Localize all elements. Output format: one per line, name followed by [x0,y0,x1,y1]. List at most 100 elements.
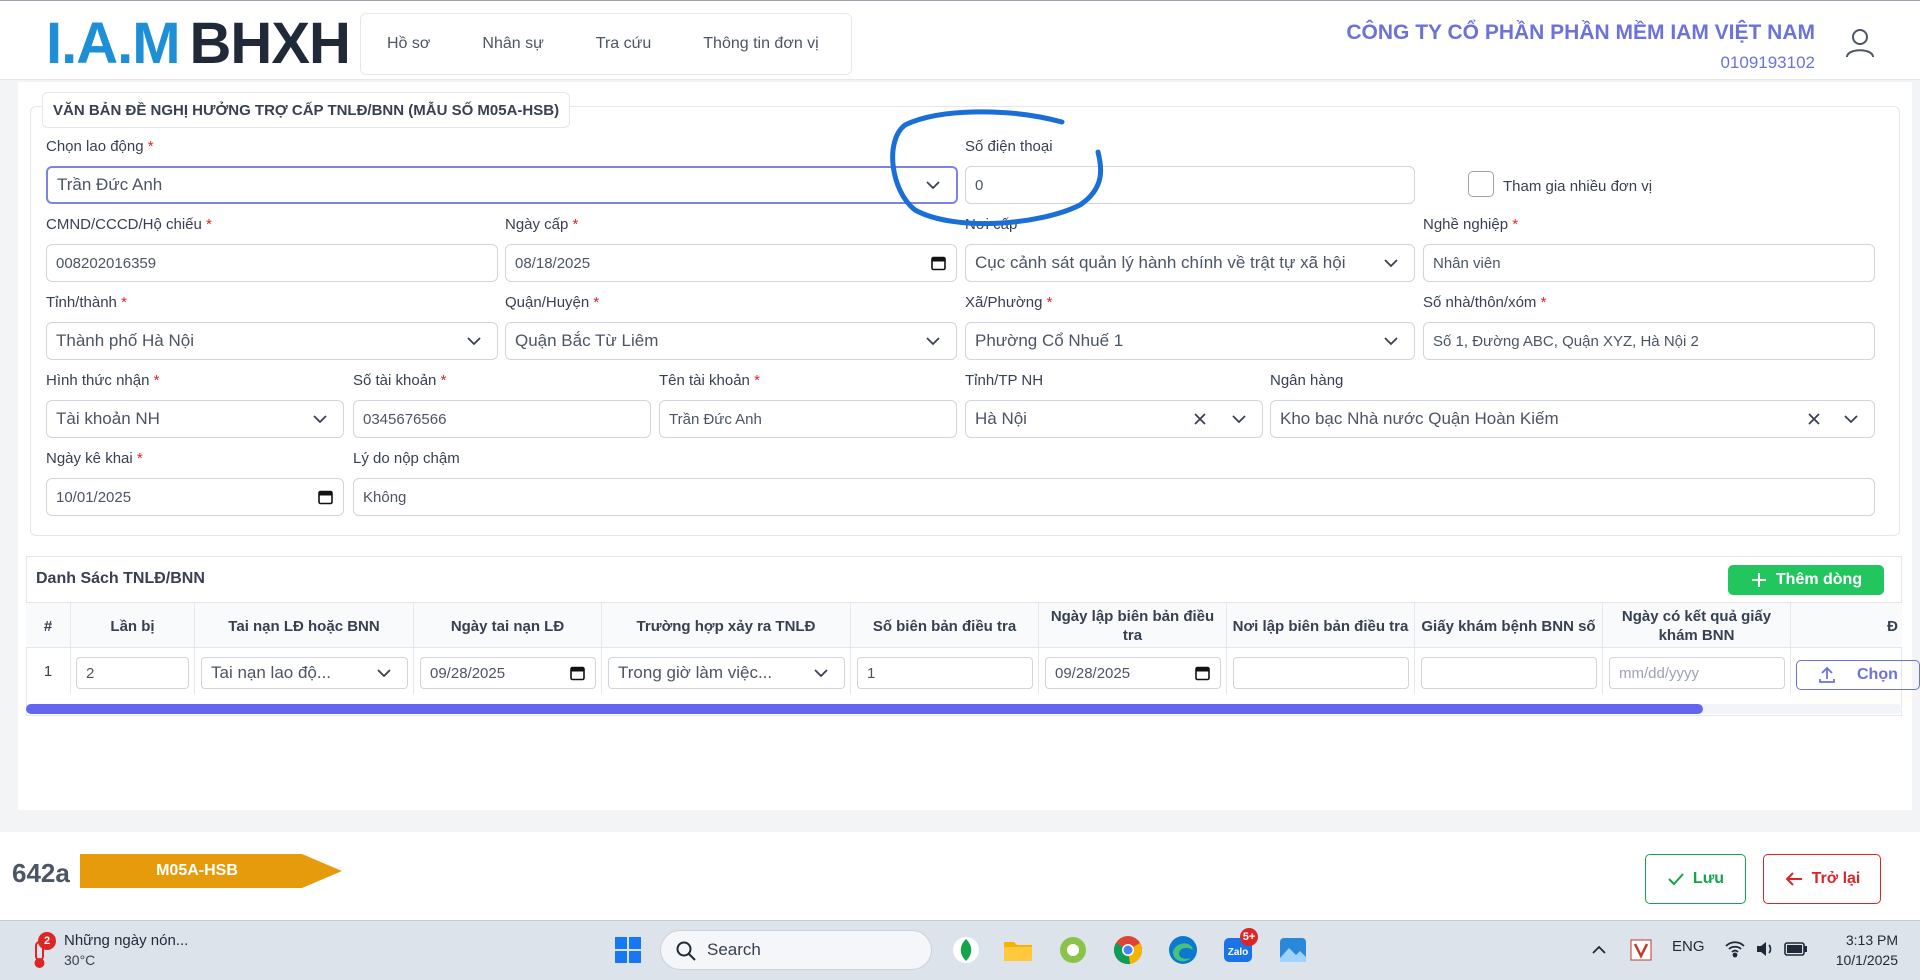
select-noi-cap[interactable]: Cục cảnh sát quản lý hành chính về trật … [965,244,1415,282]
wifi-icon[interactable] [1724,938,1746,960]
chevron-up-icon[interactable] [1590,941,1608,959]
row-index: 1 [26,648,71,694]
checkbox-tham-gia[interactable] [1468,171,1494,197]
label-so-tai-khoan: Số tài khoản * [353,372,447,389]
calendar-icon[interactable] [570,666,585,681]
label-so-nha: Số nhà/thôn/xóm * [1423,294,1547,311]
user-icon[interactable] [1844,27,1876,59]
chevron-down-icon [467,337,481,346]
app-header: I.A.M BHXH Hồ sơ Nhân sự Tra cứu Thông ti… [0,0,1920,80]
chevron-down-icon [1844,415,1858,424]
nav-ho-so[interactable]: Hồ sơ [361,35,456,53]
app-green-icon[interactable] [1057,934,1089,966]
select-tinh-thanh[interactable]: Thành phố Hà Nội [46,322,498,360]
input-so-tai-khoan[interactable]: 0345676566 [353,400,651,438]
label-chon-lao-dong: Chọn lao động * [46,138,154,155]
nav-nhan-su[interactable]: Nhân sự [456,35,569,53]
app-logo[interactable]: I.A.M BHXH [46,15,351,73]
nav-tra-cuu[interactable]: Tra cứu [570,35,677,53]
label-tham-gia: Tham gia nhiều đơn vị [1503,178,1653,195]
svg-text:Zalo: Zalo [1228,947,1249,958]
chevron-down-icon [1384,337,1398,346]
clear-icon[interactable] [1192,411,1208,427]
zalo-badge: 5+ [1240,928,1258,946]
add-row-button[interactable]: Thêm dòng [1728,565,1884,595]
table-header: # Lần bị Tai nạn LĐ hoặc BNN Ngày tai nạ… [26,602,1902,649]
label-nghe-nghiep: Nghề nghiệp * [1423,216,1519,233]
select-hinh-thuc-nhan[interactable]: Tài khoản NH [46,400,344,438]
chevron-down-icon [1232,415,1246,424]
col-index: # [26,603,71,649]
chevron-down-icon [926,181,940,190]
col-ngay-tai-nan: Ngày tai nạn LĐ [414,603,602,649]
input-ngay-ket-qua[interactable]: mm/dd/yyyy [1609,657,1785,689]
system-clock[interactable]: 3:13 PM 10/1/2025 [1836,930,1898,970]
chrome-icon[interactable] [1112,934,1144,966]
label-tinh-tp-nh: Tỉnh/TP NH [965,372,1044,389]
nav-thong-tin-don-vi[interactable]: Thông tin đơn vị [677,35,844,53]
language-indicator[interactable]: ENG [1672,938,1705,955]
save-button[interactable]: Lưu [1645,854,1746,904]
select-quan-huyen[interactable]: Quận Bắc Từ Liêm [505,322,957,360]
input-ngay-ke-khai[interactable]: 10/01/2025 [46,478,344,516]
label-ten-tai-khoan: Tên tài khoản * [659,372,760,389]
label-tinh-thanh: Tỉnh/thành * [46,294,127,311]
clear-icon[interactable] [1806,411,1822,427]
input-ly-do[interactable]: Không [353,478,1875,516]
horizontal-scrollbar-thumb[interactable] [26,704,1703,714]
label-cmnd: CMND/CCCD/Hộ chiếu * [46,216,212,233]
calendar-icon[interactable] [1195,666,1210,681]
upload-button[interactable]: Chọn [1796,660,1920,690]
company-name: CÔNG TY CỔ PHẦN PHẦN MỀM IAM VIỆT NAM [1346,21,1815,44]
col-so-bien-ban: Số biên bản điều tra [851,603,1039,649]
chevron-down-icon [926,337,940,346]
chevron-down-icon [377,669,391,678]
col-truong-hop: Trường hợp xảy ra TNLĐ [602,603,851,649]
photos-icon[interactable] [1277,934,1309,966]
input-lan-bi[interactable]: 2 [76,657,189,689]
check-icon [1668,873,1684,886]
label-ly-do: Lý do nộp chậm [353,450,460,467]
label-noi-cap: Nơi cấp [965,216,1018,233]
input-so-nha[interactable]: Số 1, Đường ABC, Quận XYZ, Hà Nội 2 [1423,322,1875,360]
input-so-bien-ban[interactable]: 1 [857,657,1033,689]
input-ten-tai-khoan[interactable]: Trần Đức Anh [659,400,957,438]
edge-icon[interactable] [1167,934,1199,966]
label-quan-huyen: Quận/Huyện * [505,294,600,311]
col-lan-bi: Lần bị [71,603,195,649]
taskbar-search[interactable]: Search [660,930,932,970]
volume-icon[interactable] [1754,938,1776,960]
select-chon-lao-dong[interactable]: Trần Đức Anh [46,166,958,204]
battery-icon[interactable] [1784,940,1808,958]
vietkey-icon[interactable] [1630,939,1652,961]
col-noi-lap: Nơi lập biên bản điều tra [1227,603,1415,649]
file-explorer-icon[interactable] [1002,934,1034,966]
select-truong-hop[interactable]: Trong giờ làm việc... [608,657,845,689]
input-so-dien-thoai[interactable]: 0 [965,166,1415,204]
select-loai-tai-nan[interactable]: Tai nạn lao độ... [201,657,408,689]
plus-icon [1751,573,1766,587]
input-noi-lap[interactable] [1233,657,1409,689]
chevron-down-icon [814,669,828,678]
col-ngay-ket-qua: Ngày có kết quả giấy khám BNN [1603,603,1791,649]
input-giay-kham[interactable] [1421,657,1597,689]
input-ngay-lap[interactable]: 09/28/2025 [1045,657,1221,689]
windows-start-icon[interactable] [612,934,644,966]
back-button[interactable]: Trở lại [1763,854,1881,904]
weather-text: Những ngày nón... [64,932,189,949]
input-cmnd[interactable]: 008202016359 [46,244,498,282]
calendar-icon[interactable] [931,256,946,271]
select-xa-phuong[interactable]: Phường Cổ Nhuế 1 [965,322,1415,360]
app-leaf-icon[interactable] [950,934,982,966]
table-row: 1 2 Tai nạn lao độ... 09/28/2025 Trong g… [26,648,1902,694]
col-tai-nan: Tai nạn LĐ hoặc BNN [195,603,414,649]
col-ngay-lap: Ngày lập biên bản điều tra [1039,603,1227,649]
arrow-left-icon [1785,872,1802,886]
weather-temperature: 30°C [64,952,96,968]
input-nghe-nghiep[interactable]: Nhân viên [1423,244,1875,282]
calendar-icon[interactable] [318,490,333,505]
select-ngan-hang[interactable]: Kho bạc Nhà nước Quận Hoàn Kiếm [1270,400,1875,438]
input-ngay-cap[interactable]: 08/18/2025 [505,244,957,282]
input-ngay-tai-nan[interactable]: 09/28/2025 [420,657,596,689]
select-tinh-tp-nh[interactable]: Hà Nội [965,400,1263,438]
